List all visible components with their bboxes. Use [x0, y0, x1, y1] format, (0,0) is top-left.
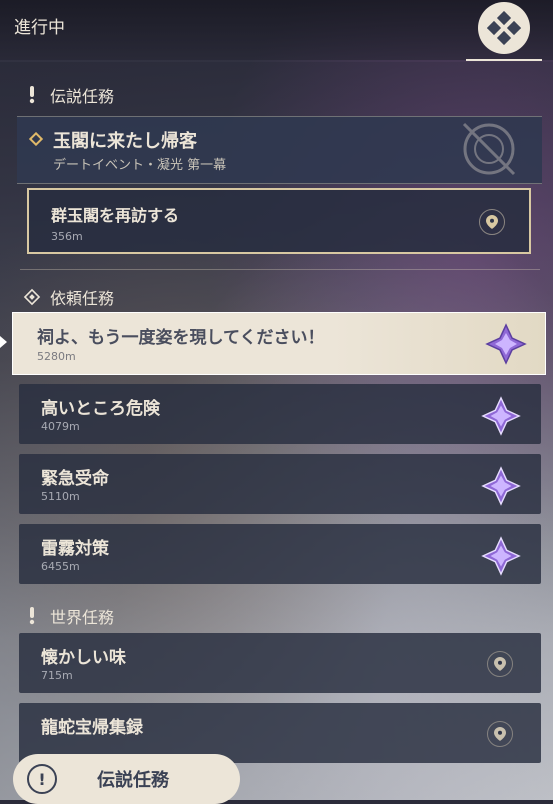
world-quest-distance: 715m [41, 669, 73, 682]
section-world-title: 世界任務 [50, 608, 115, 627]
bottom-button-label: 伝説任務 [97, 770, 169, 791]
section-world: 世界任務 [22, 604, 114, 628]
commission-star-icon [481, 466, 521, 506]
legend-quest-title: 玉閣に来たし帰客 [53, 131, 197, 152]
section-legend-title: 伝説任務 [50, 87, 115, 106]
exclamation-icon [22, 607, 42, 625]
section-commission-title: 依頼任務 [50, 289, 115, 308]
legend-quest-card[interactable]: 玉閣に来たし帰客 デートイベント・凝光 第一幕 [17, 116, 542, 184]
commission-distance: 5280m [37, 350, 76, 363]
active-tab-indicator [466, 59, 542, 61]
world-quest-title: 龍蛇宝帰集録 [41, 718, 143, 738]
commission-item[interactable]: 高いところ危険 4079m [19, 384, 541, 444]
section-legend: 伝説任務 [22, 83, 114, 107]
commission-star-icon [485, 323, 527, 365]
page-title: 進行中 [14, 18, 65, 38]
world-quest-item[interactable]: 懐かしい味 715m [19, 633, 541, 693]
commission-star-icon [481, 536, 521, 576]
location-pin-icon[interactable] [479, 209, 505, 235]
step-distance: 356m [51, 230, 83, 243]
section-divider [20, 269, 540, 270]
header-bar: 進行中 [0, 0, 553, 61]
commission-distance: 4079m [41, 420, 80, 433]
commission-item-selected[interactable]: 祠よ、もう一度姿を現してください！ 5280m [12, 312, 546, 375]
legend-quest-step[interactable]: 群玉閣を再訪する 356m [27, 188, 531, 254]
quest-menu-button[interactable] [478, 2, 530, 54]
commission-distance: 6455m [41, 560, 80, 573]
quest-menu-icon [487, 11, 521, 45]
commission-star-icon [481, 396, 521, 436]
legend-quest-subtitle: デートイベント・凝光 第一幕 [53, 158, 227, 173]
step-title: 群玉閣を再訪する [51, 206, 180, 225]
exclamation-icon [22, 86, 42, 104]
selection-arrow-icon [0, 336, 7, 348]
quest-emblem-icon [462, 122, 516, 176]
track-legend-quest-button[interactable]: ! 伝説任務 [13, 754, 240, 804]
exclamation-icon: ! [27, 764, 57, 794]
commission-distance: 5110m [41, 490, 80, 503]
commission-title: 高いところ危険 [41, 399, 160, 419]
world-quest-title: 懐かしい味 [41, 648, 126, 668]
diamond-icon [22, 288, 42, 306]
diamond-icon [29, 132, 43, 146]
commission-title: 祠よ、もう一度姿を現してください！ [37, 328, 325, 348]
location-pin-icon[interactable] [487, 651, 513, 677]
commission-title: 緊急受命 [41, 469, 109, 489]
commission-title: 雷霧対策 [41, 539, 109, 559]
commission-item[interactable]: 雷霧対策 6455m [19, 524, 541, 584]
commission-item[interactable]: 緊急受命 5110m [19, 454, 541, 514]
location-pin-icon[interactable] [487, 721, 513, 747]
section-commission: 依頼任務 [22, 285, 114, 309]
